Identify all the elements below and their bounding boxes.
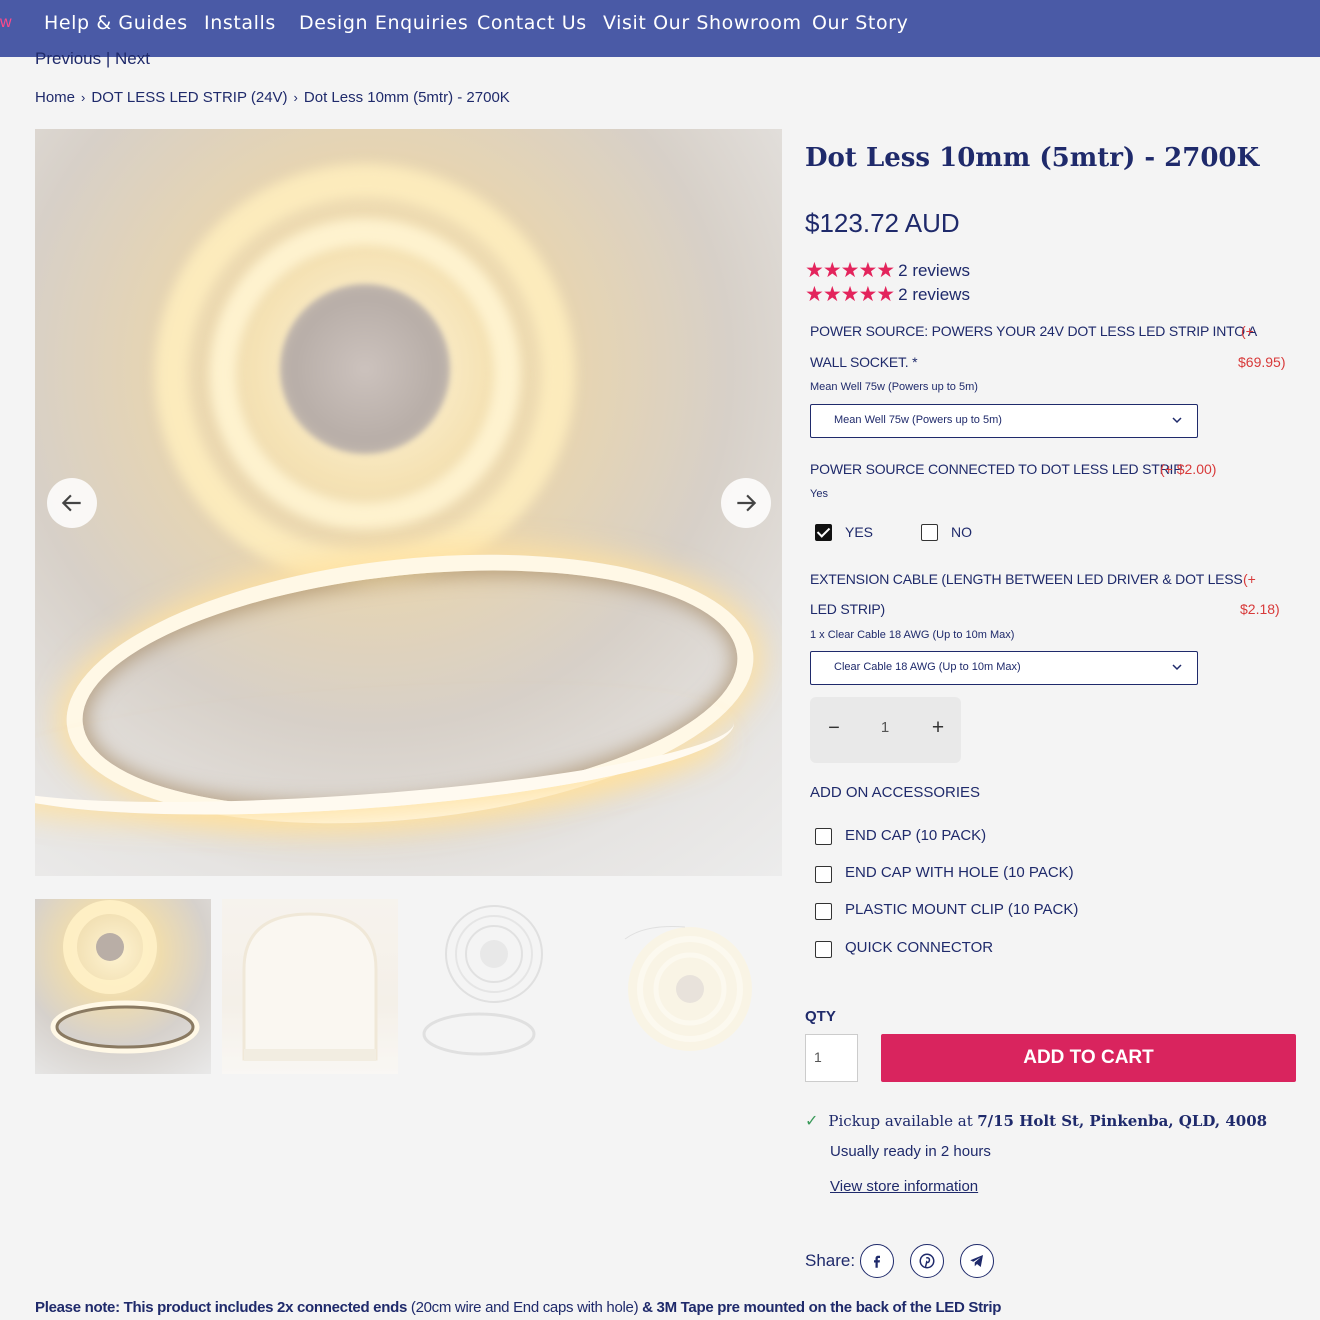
connected-label: POWER SOURCE CONNECTED TO DOT LESS LED S… — [810, 461, 1183, 477]
add-to-cart-button[interactable]: ADD TO CART — [881, 1034, 1296, 1082]
pickup-address: 7/15 Holt St, Pinkenba, QLD, 4008 — [977, 1112, 1268, 1130]
thumbnail-4[interactable] — [595, 899, 771, 1074]
product-main-image[interactable] — [35, 129, 782, 876]
next-link[interactable]: Next — [115, 49, 150, 68]
share-label: Share: — [805, 1251, 856, 1270]
top-navigation: w Help & Guides Installs Design Enquirie… — [0, 0, 1320, 57]
accessory-label-quick-connector[interactable]: QUICK CONNECTOR — [845, 939, 993, 956]
product-price: $123.72 AUD — [805, 208, 960, 238]
pinterest-icon — [919, 1253, 935, 1269]
facebook-icon — [874, 1255, 880, 1268]
stepper-value[interactable]: 1 — [878, 719, 892, 736]
note-part-2: (20cm wire and End caps with hole) — [407, 1299, 643, 1316]
yes-checkbox[interactable] — [815, 524, 832, 541]
quantity-input[interactable]: 1 — [805, 1034, 858, 1082]
no-label[interactable]: NO — [951, 524, 972, 540]
thumbnail-2[interactable] — [222, 899, 398, 1074]
connected-selected-caption: Yes — [810, 488, 828, 500]
pager: Previous | Next — [35, 49, 150, 69]
review-count: 2 reviews — [898, 260, 970, 280]
connected-price: (+ $2.00) — [1160, 461, 1217, 477]
rating-row-1[interactable]: ★★★★★ 2 reviews — [805, 258, 970, 283]
no-checkbox[interactable] — [921, 524, 938, 541]
previous-image-button[interactable] — [47, 478, 97, 528]
view-store-information-link[interactable]: View store information — [830, 1178, 978, 1195]
power-source-select-value: Mean Well 75w (Powers up to 5m) — [834, 414, 1002, 426]
nav-item-visit-showroom[interactable]: Visit Our Showroom — [603, 12, 802, 34]
decrement-button[interactable]: − — [824, 717, 844, 740]
chevron-down-icon — [1172, 664, 1182, 671]
increment-button[interactable]: + — [928, 716, 948, 740]
arrow-right-icon — [737, 494, 757, 512]
pickup-ready-time: Usually ready in 2 hours — [830, 1143, 991, 1160]
check-icon: ✓ — [805, 1113, 819, 1130]
extension-cable-select[interactable]: Clear Cable 18 AWG (Up to 10m Max) — [810, 651, 1198, 685]
reel-hub — [280, 284, 450, 454]
breadcrumb-home[interactable]: Home — [35, 89, 75, 106]
power-source-price-prefix: (+ — [1241, 323, 1254, 339]
thumbnail-3[interactable] — [409, 899, 585, 1074]
add-on-accessories-title: ADD ON ACCESSORIES — [810, 784, 981, 801]
power-source-label: POWER SOURCE: POWERS YOUR 24V DOT LESS L… — [810, 323, 1257, 339]
qty-label: QTY — [805, 1008, 836, 1025]
power-source-select[interactable]: Mean Well 75w (Powers up to 5m) — [810, 404, 1198, 438]
accessory-label-end-cap-hole[interactable]: END CAP WITH HOLE (10 PACK) — [845, 864, 1074, 881]
extension-select-value: Clear Cable 18 AWG (Up to 10m Max) — [834, 661, 1021, 673]
chevron-down-icon — [1172, 417, 1182, 424]
telegram-share-button[interactable] — [960, 1244, 994, 1278]
breadcrumb-collection[interactable]: DOT LESS LED STRIP (24V) — [91, 89, 287, 106]
option-quantity-stepper: − 1 + — [810, 697, 961, 763]
accessory-label-end-cap[interactable]: END CAP (10 PACK) — [845, 827, 986, 844]
nav-item-contact-us[interactable]: Contact Us — [477, 12, 587, 34]
rating-row-2[interactable]: ★★★★★ 2 reviews — [805, 282, 970, 307]
accessory-checkbox-end-cap[interactable] — [815, 828, 832, 845]
next-image-button[interactable] — [721, 478, 771, 528]
review-count: 2 reviews — [898, 284, 970, 304]
pickup-availability: ✓ Pickup available at 7/15 Holt St, Pink… — [805, 1111, 1267, 1131]
nav-item-our-story[interactable]: Our Story — [812, 12, 908, 34]
breadcrumb-current[interactable]: Dot Less 10mm (5mtr) - 2700K — [304, 89, 510, 106]
extension-price-prefix: (+ — [1243, 571, 1256, 587]
breadcrumb: Home › DOT LESS LED STRIP (24V) › Dot Le… — [35, 89, 510, 106]
extension-cable-label-line2: LED STRIP) — [810, 601, 886, 617]
arrow-left-icon — [61, 494, 81, 512]
note-part-1: Please note: This product includes 2x co… — [35, 1299, 407, 1316]
extension-selected-caption: 1 x Clear Cable 18 AWG (Up to 10m Max) — [810, 629, 1015, 641]
extension-price: $2.18) — [1240, 601, 1280, 617]
nav-edge-fragment: w — [0, 14, 12, 31]
accessory-label-mount-clip[interactable]: PLASTIC MOUNT CLIP (10 PACK) — [845, 901, 1078, 918]
accessory-checkbox-mount-clip[interactable] — [815, 903, 832, 920]
star-rating-icon: ★★★★★ — [805, 259, 895, 282]
extension-cable-label: EXTENSION CABLE (LENGTH BETWEEN LED DRIV… — [810, 571, 1243, 587]
facebook-share-button[interactable] — [860, 1244, 894, 1278]
pager-divider: | — [105, 49, 111, 68]
chevron-right-icon: › — [81, 90, 86, 105]
note-part-3: & 3M Tape pre mounted on the back of the… — [642, 1299, 1002, 1316]
nav-item-design-enquiries[interactable]: Design Enquiries — [299, 12, 468, 34]
nav-item-help-guides[interactable]: Help & Guides — [44, 12, 188, 34]
power-source-price: $69.95) — [1238, 354, 1286, 370]
accessory-checkbox-quick-connector[interactable] — [815, 941, 832, 958]
nav-item-installs[interactable]: Installs — [204, 12, 276, 34]
pickup-prefix: Pickup available at — [828, 1112, 973, 1130]
thumbnail-1-art — [50, 900, 200, 1054]
product-title: Dot Less 10mm (5mtr) - 2700K — [805, 143, 1260, 173]
yes-label[interactable]: YES — [845, 524, 873, 540]
power-source-selected-caption: Mean Well 75w (Powers up to 5m) — [810, 381, 978, 393]
telegram-icon — [970, 1255, 983, 1267]
accessory-checkbox-end-cap-hole[interactable] — [815, 866, 832, 883]
product-note: Please note: This product includes 2x co… — [35, 1299, 1001, 1316]
thumbnail-1[interactable] — [35, 899, 211, 1074]
power-source-label-line2: WALL SOCKET. * — [810, 354, 918, 370]
pinterest-share-button[interactable] — [910, 1244, 944, 1278]
chevron-right-icon: › — [293, 90, 298, 105]
previous-link[interactable]: Previous — [35, 49, 101, 68]
star-rating-icon: ★★★★★ — [805, 283, 895, 306]
